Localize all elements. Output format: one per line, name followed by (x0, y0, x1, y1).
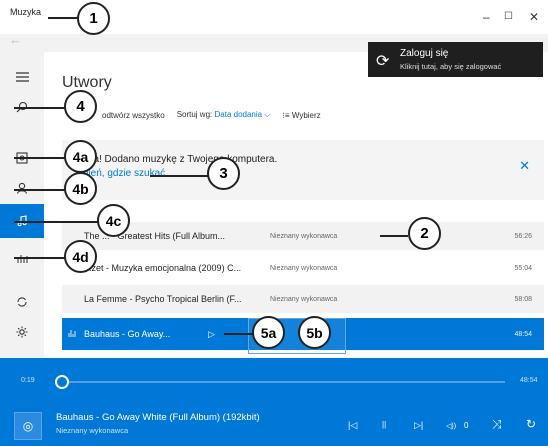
sort-control[interactable]: Sortuj wg: Data dodania ⌵ (177, 110, 271, 120)
repeat-icon[interactable]: ↻ (526, 417, 536, 431)
select-label: Wybierz (291, 110, 321, 120)
total-time: 48:54 (520, 377, 538, 384)
equalizer-icon (68, 329, 76, 339)
volume-level: 0 (464, 421, 469, 430)
song-row[interactable]: ...zet - Muzyka emocjonalna (2009) C... … (62, 254, 544, 282)
sort-value: Data dodania ⌵ (214, 110, 271, 119)
callout-5a: 5a (252, 316, 285, 349)
song-title: ...zet - Muzyka emocjonalna (2009) C... (84, 263, 242, 273)
callout-leader (48, 17, 78, 19)
volume-icon[interactable]: ◁)) (446, 422, 456, 430)
login-banner[interactable]: ⟳ Zaloguj się Kliknij tutaj, aby się zal… (368, 42, 543, 77)
back-arrow-icon[interactable]: ← (9, 32, 22, 47)
callout-leader (14, 189, 66, 191)
song-duration: 55:04 (514, 264, 532, 272)
notification-bar: Hurra! Dodano muzykę z Twojego komputera… (62, 140, 544, 200)
callout-2: 2 (408, 217, 441, 250)
callout-4d: 4d (64, 240, 97, 273)
current-time: 0:19 (21, 377, 35, 384)
next-track-icon[interactable]: ▷| (414, 420, 423, 431)
sidebar-nav (0, 52, 44, 358)
play-all-button[interactable]: odtwórz wszystko (102, 111, 165, 120)
callout-4b: 4b (64, 172, 97, 205)
artists-icon[interactable] (0, 170, 44, 206)
now-playing-artist: Nieznany wykonawca (56, 426, 129, 435)
callout-4a: 4a (64, 140, 97, 173)
refresh-icon: ⟳ (376, 53, 390, 70)
minimize-button[interactable]: – (483, 10, 490, 24)
song-title: La Femme - Psycho Tropical Berlin (F... (84, 294, 242, 304)
song-artist: Nieznany wykonawca (270, 264, 338, 272)
login-title: Zaloguj się (400, 48, 449, 59)
login-subtitle: Kliknij tutaj, aby się zalogować (400, 62, 502, 71)
app-title: Muzyka (10, 7, 42, 17)
player-bar: 0:19 48:54 ◎ Bauhaus - Go Away White (Fu… (0, 358, 548, 446)
previous-track-icon[interactable]: |◁ (348, 420, 357, 431)
seek-handle[interactable] (55, 375, 69, 389)
callout-leader (224, 333, 254, 335)
play-icon[interactable]: ▷ (208, 329, 215, 340)
settings-gear-icon[interactable] (0, 314, 44, 350)
song-duration: 48:54 (514, 330, 532, 338)
callout-4: 4 (64, 90, 97, 123)
now-playing-title: Bauhaus - Go Away White (Full Album) (19… (56, 412, 260, 423)
select-list-icon: ⁝≡ (282, 110, 290, 120)
callout-5b: 5b (298, 316, 331, 349)
song-row[interactable]: The ... - Greatest Hits (Full Album... N… (62, 222, 544, 250)
seek-bar[interactable] (60, 381, 505, 383)
shuffle-icon[interactable]: ⤨ (492, 417, 502, 432)
callout-leader (150, 175, 208, 177)
callout-leader (14, 107, 66, 109)
maximize-button[interactable]: ☐ (504, 11, 513, 22)
album-art-icon[interactable]: ◎ (14, 412, 42, 440)
callout-leader (14, 257, 66, 259)
close-button[interactable]: ✕ (529, 10, 539, 24)
callout-1: 1 (77, 2, 110, 35)
page-title: Utwory (62, 74, 112, 91)
sort-label: Sortuj wg: (176, 110, 213, 119)
callout-3: 3 (207, 157, 240, 190)
select-button[interactable]: ⁝≡ Wybierz (282, 111, 320, 120)
pause-icon[interactable]: || (382, 420, 386, 429)
callout-leader (14, 221, 98, 223)
song-duration: 56:26 (514, 232, 532, 240)
notification-text: Hurra! Dodano muzykę z Twojego komputera… (74, 154, 278, 165)
callout-leader (14, 157, 66, 159)
song-row[interactable]: La Femme - Psycho Tropical Berlin (F... … (62, 285, 544, 313)
callout-4c: 4c (97, 204, 130, 237)
song-duration: 58:08 (514, 295, 532, 303)
callout-leader (380, 235, 408, 237)
song-artist: Nieznany wykonawca (270, 295, 338, 303)
notification-close-icon[interactable]: ✕ (519, 158, 530, 174)
song-artist: Nieznany wykonawca (270, 232, 338, 240)
songs-toolbar: odtwórz wszystko Sortuj wg: Data dodania… (62, 104, 321, 126)
